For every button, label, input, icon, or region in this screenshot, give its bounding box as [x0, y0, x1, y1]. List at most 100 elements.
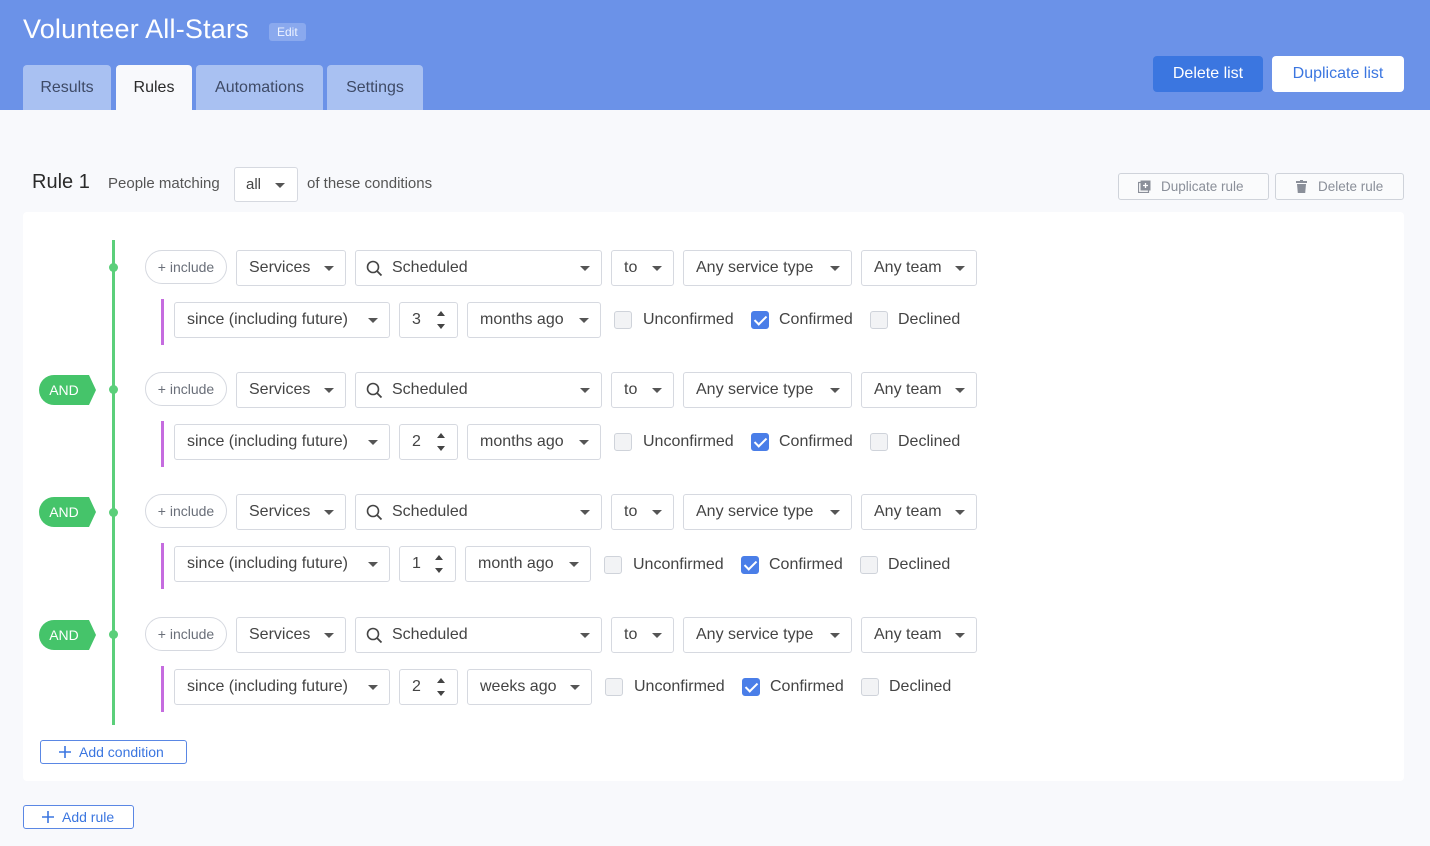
delete-rule-label: Delete rule [1318, 179, 1384, 194]
stepper-down-icon[interactable] [437, 324, 445, 329]
delete-rule-button[interactable]: Delete rule [1275, 173, 1404, 200]
include-toggle[interactable]: + include [145, 617, 227, 651]
category-value: Services [249, 381, 311, 398]
unit-select[interactable]: month ago [465, 546, 591, 582]
declined-checkbox[interactable] [870, 433, 888, 451]
search-select[interactable]: Scheduled [355, 250, 602, 286]
plus-icon [59, 746, 71, 758]
match-mode-select[interactable]: all [234, 167, 298, 202]
chevron-down-icon [652, 266, 662, 271]
unconfirmed-label: Unconfirmed [643, 433, 734, 450]
confirmed-checkbox[interactable] [741, 556, 759, 574]
delete-list-button[interactable]: Delete list [1153, 56, 1263, 92]
since-select[interactable]: since (including future) [174, 546, 390, 582]
chevron-down-icon [324, 510, 334, 515]
declined-checkbox[interactable] [870, 311, 888, 329]
team-select[interactable]: Any team [861, 250, 977, 286]
unit-value: weeks ago [480, 678, 557, 695]
chevron-down-icon [652, 510, 662, 515]
to-select[interactable]: to [611, 617, 674, 653]
confirmed-label: Confirmed [779, 433, 853, 450]
tab-results[interactable]: Results [23, 65, 111, 110]
service-type-value: Any service type [696, 259, 814, 276]
chevron-down-icon [275, 183, 285, 188]
since-select[interactable]: since (including future) [174, 424, 390, 460]
unit-value: months ago [480, 433, 564, 450]
unconfirmed-label: Unconfirmed [633, 556, 724, 573]
include-toggle[interactable]: + include [145, 372, 227, 406]
search-value: Scheduled [392, 503, 468, 520]
add-rule-button[interactable]: Add rule [23, 805, 134, 829]
team-value: Any team [874, 381, 942, 398]
unit-select[interactable]: months ago [467, 302, 601, 338]
tab-automations[interactable]: Automations [196, 65, 323, 110]
tab-settings[interactable]: Settings [327, 65, 423, 110]
unconfirmed-checkbox[interactable] [614, 311, 632, 329]
team-select[interactable]: Any team [861, 617, 977, 653]
unit-value: months ago [480, 311, 564, 328]
chevron-down-icon [324, 388, 334, 393]
stepper-down-icon[interactable] [435, 568, 443, 573]
number-stepper[interactable]: 3 [399, 302, 458, 338]
to-select[interactable]: to [611, 250, 674, 286]
chevron-down-icon [579, 318, 589, 323]
service-type-select[interactable]: Any service type [683, 372, 852, 408]
confirmed-checkbox[interactable] [751, 311, 769, 329]
unit-select[interactable]: months ago [467, 424, 601, 460]
unconfirmed-checkbox[interactable] [605, 678, 623, 696]
category-select[interactable]: Services [236, 617, 346, 653]
confirmed-checkbox[interactable] [742, 678, 760, 696]
confirmed-label: Confirmed [779, 311, 853, 328]
category-select[interactable]: Services [236, 494, 346, 530]
unconfirmed-checkbox[interactable] [604, 556, 622, 574]
stepper-up-icon[interactable] [437, 678, 445, 683]
chevron-down-icon [955, 510, 965, 515]
chevron-down-icon [368, 562, 378, 567]
stepper-down-icon[interactable] [437, 691, 445, 696]
number-stepper[interactable]: 2 [399, 669, 458, 705]
unconfirmed-checkbox[interactable] [614, 433, 632, 451]
declined-checkbox[interactable] [861, 678, 879, 696]
team-value: Any team [874, 503, 942, 520]
chevron-down-icon [830, 266, 840, 271]
search-select[interactable]: Scheduled [355, 372, 602, 408]
to-select[interactable]: to [611, 372, 674, 408]
chevron-down-icon [830, 388, 840, 393]
category-select[interactable]: Services [236, 250, 346, 286]
team-select[interactable]: Any team [861, 372, 977, 408]
duplicate-list-button[interactable]: Duplicate list [1272, 56, 1404, 92]
to-value: to [624, 381, 638, 398]
to-select[interactable]: to [611, 494, 674, 530]
include-toggle[interactable]: + include [145, 494, 227, 528]
service-type-select[interactable]: Any service type [683, 250, 852, 286]
confirmed-label: Confirmed [769, 556, 843, 573]
since-select[interactable]: since (including future) [174, 302, 390, 338]
declined-checkbox[interactable] [860, 556, 878, 574]
service-type-value: Any service type [696, 381, 814, 398]
search-select[interactable]: Scheduled [355, 494, 602, 530]
and-badge: AND [39, 497, 96, 527]
include-toggle[interactable]: + include [145, 250, 227, 284]
category-select[interactable]: Services [236, 372, 346, 408]
team-select[interactable]: Any team [861, 494, 977, 530]
stepper-up-icon[interactable] [437, 433, 445, 438]
stepper-down-icon[interactable] [437, 446, 445, 451]
stepper-up-icon[interactable] [435, 555, 443, 560]
stepper-up-icon[interactable] [437, 311, 445, 316]
confirmed-checkbox[interactable] [751, 433, 769, 451]
number-stepper[interactable]: 1 [399, 546, 456, 582]
unit-select[interactable]: weeks ago [467, 669, 592, 705]
since-select[interactable]: since (including future) [174, 669, 390, 705]
sub-condition-line [161, 299, 164, 345]
service-type-select[interactable]: Any service type [683, 617, 852, 653]
service-type-select[interactable]: Any service type [683, 494, 852, 530]
number-stepper[interactable]: 2 [399, 424, 458, 460]
category-value: Services [249, 503, 311, 520]
chevron-down-icon [368, 440, 378, 445]
edit-title-button[interactable]: Edit [269, 23, 306, 41]
tab-rules[interactable]: Rules [116, 65, 192, 110]
chevron-down-icon [955, 266, 965, 271]
search-select[interactable]: Scheduled [355, 617, 602, 653]
add-condition-button[interactable]: Add condition [40, 740, 187, 764]
duplicate-rule-button[interactable]: Duplicate rule [1118, 173, 1269, 200]
